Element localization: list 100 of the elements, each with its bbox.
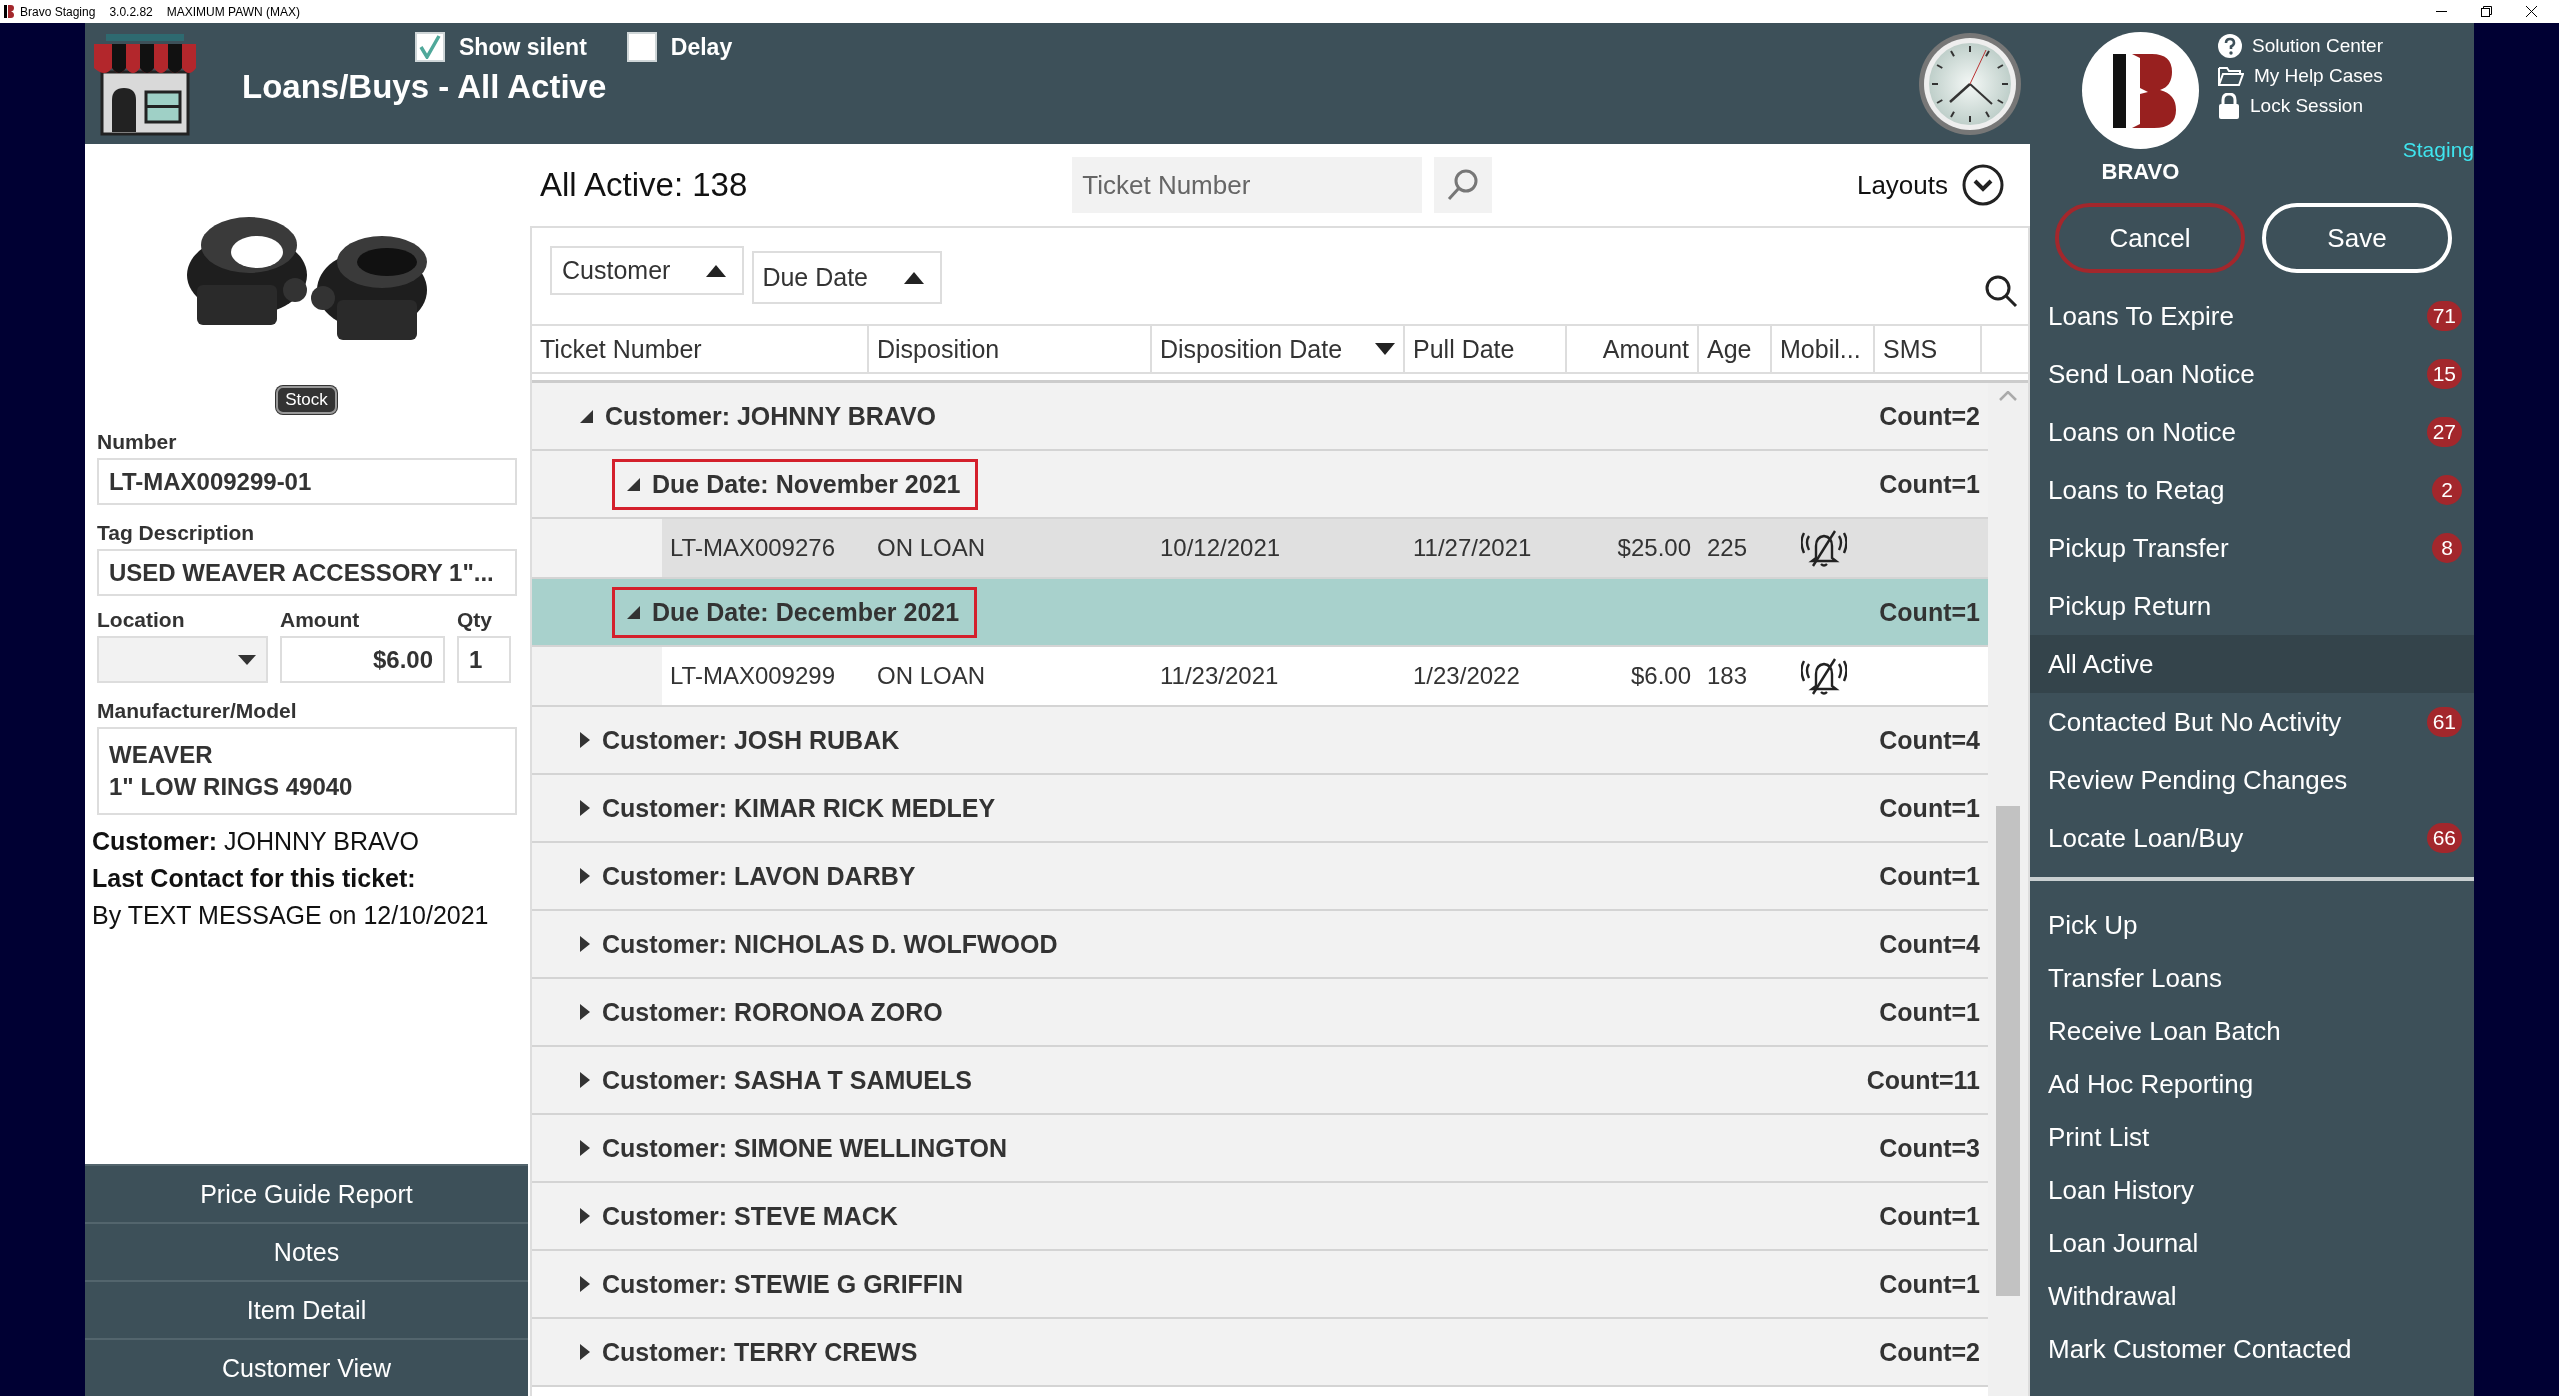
column-header[interactable]: Age	[1699, 326, 1772, 372]
scrollbar[interactable]	[1988, 383, 2028, 1396]
menu-item[interactable]: Review Pending Changes	[2030, 751, 2474, 809]
menu-item[interactable]: All Active	[2030, 635, 2474, 693]
cancel-button[interactable]: Cancel	[2055, 203, 2245, 273]
column-header[interactable]: Pull Date	[1405, 326, 1567, 372]
menu-item[interactable]: Pick Up	[2030, 899, 2474, 952]
group-header-row[interactable]: Customer: JOHNNY BRAVO Count=2	[532, 383, 1988, 451]
help-link[interactable]: Solution Center	[2218, 31, 2474, 61]
text-area[interactable]: WEAVER 1" LOW RINGS 49040	[97, 727, 517, 815]
triangle-icon[interactable]	[580, 1140, 590, 1156]
menu-item[interactable]: Send Loan Notice 15	[2030, 345, 2474, 403]
menu-item[interactable]: Withdrawal	[2030, 1270, 2474, 1323]
group-header-row[interactable]: Due Date: December 2021 Count=1	[532, 579, 1988, 647]
menu-label: Locate Loan/Buy	[2048, 822, 2244, 854]
group-header-row[interactable]: Customer: SIMONE WELLINGTON Count=3	[532, 1115, 1988, 1183]
menu-label: Loans to Retag	[2048, 474, 2225, 506]
field-label: Number	[97, 430, 178, 454]
group-by-chip[interactable]: Due Date	[752, 251, 942, 304]
menu-label: Loan Journal	[2048, 1228, 2199, 1259]
checkbox[interactable]: Delay	[626, 32, 733, 62]
menu-item[interactable]: Locate Loan/Buy 66	[2030, 809, 2474, 867]
triangle-icon[interactable]	[580, 1208, 590, 1224]
help-link[interactable]: My Help Cases	[2218, 61, 2474, 91]
column-header[interactable]: Ticket Number	[532, 326, 869, 372]
table-cell-text: LT-MAX009276	[669, 534, 836, 562]
panel-button[interactable]: Item Detail	[85, 1280, 528, 1338]
app-name: Bravo Staging	[20, 4, 96, 19]
group-label: Customer: STEWIE G GRIFFIN	[602, 1269, 964, 1299]
menu-item[interactable]: Loan History	[2030, 1164, 2474, 1217]
menu-item[interactable]: Transfer Loans	[2030, 952, 2474, 1005]
layouts-button[interactable]: Layouts	[1850, 163, 2010, 207]
group-label: Customer: KIMAR RICK MEDLEY	[602, 793, 996, 823]
triangle-icon[interactable]	[580, 1276, 590, 1292]
close-icon[interactable]	[2526, 6, 2537, 17]
chevron-down-icon	[1962, 164, 2004, 206]
menu-item[interactable]: Loans To Expire 71	[2030, 287, 2474, 345]
text-field[interactable]: USED WEAVER ACCESSORY 1"...	[97, 549, 517, 596]
panel-button[interactable]: Customer View	[85, 1338, 528, 1396]
menu-label: Ad Hoc Reporting	[2048, 1069, 2254, 1100]
group-header-row[interactable]: Customer: KIMAR RICK MEDLEY Count=1	[532, 775, 1988, 843]
menu-item[interactable]: Mark Customer Contacted	[2030, 1323, 2474, 1376]
table-cell-text: $6.00	[1629, 662, 1692, 690]
menu-item[interactable]: Ad Hoc Reporting	[2030, 1058, 2474, 1111]
count-badge: 71	[2426, 301, 2462, 331]
group-header-row[interactable]: Customer: RORONOA ZORO Count=1	[532, 979, 1988, 1047]
minimize-icon[interactable]	[2436, 10, 2447, 13]
menu-item[interactable]: Loans on Notice 27	[2030, 403, 2474, 461]
help-link[interactable]: Lock Session	[2218, 91, 2474, 121]
group-header-row[interactable]: Customer: SASHA T SAMUELS Count=11	[532, 1047, 1988, 1115]
chip-label: Customer	[562, 256, 671, 285]
triangle-icon[interactable]	[627, 605, 640, 619]
triangle-icon[interactable]	[580, 409, 593, 423]
menu-item[interactable]: Pickup Transfer 8	[2030, 519, 2474, 577]
column-header[interactable]: Disposition	[869, 326, 1152, 372]
triangle-icon[interactable]	[627, 477, 640, 491]
triangle-icon[interactable]	[580, 800, 590, 816]
menu-label: All Active	[2048, 648, 2154, 680]
group-header-row[interactable]: Customer: NICHOLAS D. WOLFWOOD Count=4	[532, 911, 1988, 979]
group-header-row[interactable]: Customer: TERRY CREWS Count=2	[532, 1319, 1988, 1387]
triangle-icon[interactable]	[580, 936, 590, 952]
triangle-icon[interactable]	[580, 732, 590, 748]
menu-label: Receive Loan Batch	[2048, 1016, 2281, 1047]
group-count: Count=2	[1879, 401, 1980, 431]
text-field[interactable]: 1	[457, 636, 511, 683]
save-button[interactable]: Save	[2262, 203, 2452, 273]
menu-label: Review Pending Changes	[2048, 764, 2348, 796]
search-field[interactable]: Ticket Number	[1072, 157, 1423, 213]
menu-item[interactable]: Print List	[2030, 1111, 2474, 1164]
triangle-icon[interactable]	[580, 868, 590, 884]
group-header-row[interactable]: Customer: STEVE MACK Count=1	[532, 1183, 1988, 1251]
text-field[interactable]: $6.00	[280, 636, 445, 683]
restore-icon[interactable]	[2481, 6, 2492, 17]
panel-button[interactable]: Price Guide Report	[85, 1164, 528, 1222]
checkbox[interactable]: Show silent	[415, 32, 587, 62]
triangle-icon[interactable]	[580, 1344, 590, 1360]
menu-item[interactable]: Loans to Retag 2	[2030, 461, 2474, 519]
text-field[interactable]: LT-MAX009299-01	[97, 458, 517, 505]
menu-item[interactable]: Receive Loan Batch	[2030, 1005, 2474, 1058]
clock-icon	[1918, 31, 2022, 136]
triangle-icon[interactable]	[580, 1004, 590, 1020]
column-header[interactable]: Disposition Date	[1152, 326, 1405, 372]
column-header[interactable]: SMS	[1875, 326, 1982, 372]
panel-button[interactable]: Notes	[85, 1222, 528, 1280]
table-cell-text: 225	[1706, 534, 1749, 562]
group-by-chip[interactable]: Customer	[550, 246, 745, 295]
group-header-row[interactable]: Customer: STEWIE G GRIFFIN Count=1	[532, 1251, 1988, 1319]
triangle-icon[interactable]	[580, 1072, 590, 1088]
menu-item[interactable]: Pickup Return	[2030, 577, 2474, 635]
column-header[interactable]: Amount	[1567, 326, 1699, 372]
stock-button[interactable]: Stock	[276, 386, 337, 414]
menu-item[interactable]: Loan Journal	[2030, 1217, 2474, 1270]
group-label: Customer: NICHOLAS D. WOLFWOOD	[602, 929, 1058, 959]
group-header-row[interactable]: Due Date: November 2021 Count=1	[532, 451, 1988, 519]
group-header-row[interactable]: Customer: LAVON DARBY Count=1	[532, 843, 1988, 911]
group-header-row[interactable]: Customer: JOSH RUBAK Count=4	[532, 707, 1988, 775]
menu-item[interactable]: Contacted But No Activity 61	[2030, 693, 2474, 751]
column-header[interactable]: Mobil...	[1772, 326, 1875, 372]
search-button[interactable]	[1434, 157, 1493, 213]
search-icon[interactable]	[1984, 274, 2018, 308]
